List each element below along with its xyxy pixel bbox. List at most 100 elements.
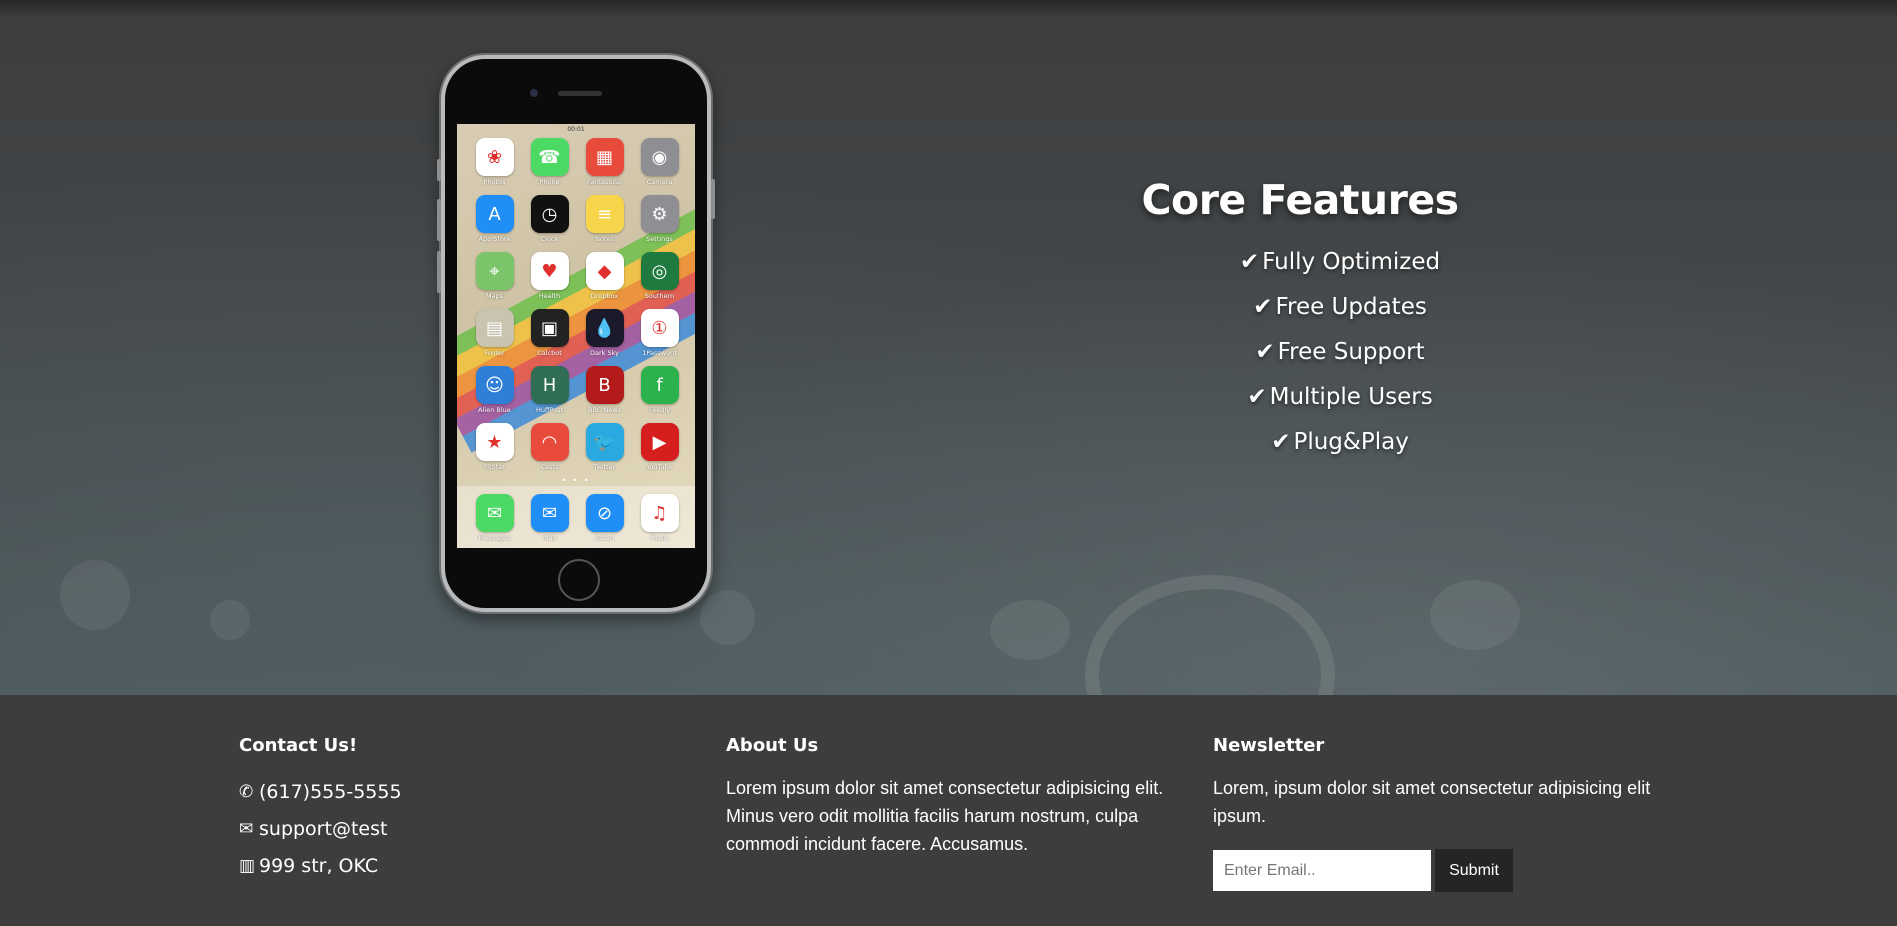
app-photos: ❀ Photos [467, 138, 522, 186]
front-camera [530, 89, 538, 97]
app-youtube: ▶ YouTube [632, 423, 687, 471]
app-phone: ☎ Phone [522, 138, 577, 186]
phone-icon: ✆ [239, 782, 254, 802]
bokeh-decoration [60, 560, 130, 630]
app-label: Health [538, 292, 561, 300]
app-label: Dark Sky [590, 349, 619, 357]
calcbot-icon: ▣ [530, 309, 569, 347]
contact-address: ▥ 999 str, OKC [239, 848, 402, 885]
clock-icon: ◷ [530, 195, 569, 233]
footer: Contact Us! ✆ (617)555-5555 ✉ support@te… [0, 695, 1897, 926]
feature-item: ✔ Fully Optimized [1140, 240, 1540, 285]
newsletter-title: Newsletter [1213, 735, 1325, 756]
phone-mute-switch [437, 159, 441, 181]
app-southern: ◎ Southern [632, 252, 687, 300]
check-icon: ✔ [1247, 384, 1267, 410]
app-label: Feedly [648, 406, 671, 414]
fantastical-icon: ▦ [585, 138, 624, 176]
app-label: 1Password [642, 349, 677, 357]
app-safari: ⊘ Safari [577, 494, 632, 542]
app-notes: ≡ Notes [577, 195, 632, 243]
app-label: Twitter [593, 463, 616, 471]
app-app-store: A App Store [467, 195, 522, 243]
music-icon: ♫ [640, 494, 679, 532]
app-label: App Store [478, 235, 511, 243]
app-label: Mail [542, 534, 557, 542]
app-label: Photos [483, 178, 506, 186]
safari-icon: ⊘ [585, 494, 624, 532]
map-icon: ▥ [239, 856, 256, 876]
app-folder: ▤ Folder [467, 309, 522, 357]
contact-section: Contact Us! ✆ (617)555-5555 ✉ support@te… [239, 735, 402, 885]
app-label: Messages [478, 534, 511, 542]
notes-icon: ≡ [585, 195, 624, 233]
app-dropbox: ◆ Dropbox [577, 252, 632, 300]
app-label: BBC News [588, 406, 621, 414]
features-title: Core Features [1141, 176, 1459, 224]
app-label: Alien Blue [478, 406, 511, 414]
app-bbc-news: B BBC News [577, 366, 632, 414]
app-casts: ◠ Casts [522, 423, 577, 471]
app-feedly: f Feedly [632, 366, 687, 414]
contact-title: Contact Us! [239, 735, 358, 756]
folder-icon: ▤ [475, 309, 514, 347]
mail-icon: ✉ [530, 494, 569, 532]
feature-label: Multiple Users [1269, 384, 1433, 410]
app-maps: ⌖ Maps [467, 252, 522, 300]
app-label: Maps [485, 292, 504, 300]
youtube-icon: ▶ [640, 423, 679, 461]
hero-section: 00:01 ❀ Photos ☎ Phone ▦ Fantastical ◉ Camera A A… [0, 0, 1897, 695]
app-1password: ① 1Password [632, 309, 687, 357]
bokeh-decoration [1430, 580, 1520, 650]
casts-icon: ◠ [530, 423, 569, 461]
dock-grid: ✉ Messages ✉ Mail ⊘ Safari ♫ Music [467, 494, 687, 542]
bokeh-decoration [990, 600, 1070, 660]
dropbox-icon: ◆ [585, 252, 624, 290]
app-label: Casts [540, 463, 559, 471]
app-twitter: 🐦 Twitter [577, 423, 632, 471]
app-label: Camera [646, 178, 673, 186]
phone-speaker [558, 91, 602, 96]
phone-screen: 00:01 ❀ Photos ☎ Phone ▦ Fantastical ◉ Camera A A… [457, 124, 695, 548]
app-label: Clock [540, 235, 559, 243]
check-icon: ✔ [1239, 249, 1260, 275]
app-fantastical: ▦ Fantastical [577, 138, 632, 186]
phone-mockup: 00:01 ❀ Photos ☎ Phone ▦ Fantastical ◉ Camera A A… [437, 55, 715, 612]
health-icon: ♥ [530, 252, 569, 290]
app-label: Notes [595, 235, 614, 243]
app-grid: ❀ Photos ☎ Phone ▦ Fantastical ◉ Camera A App Sto… [467, 138, 687, 471]
submit-button[interactable]: Submit [1435, 849, 1513, 892]
contact-address-text: 999 str, OKC [259, 855, 379, 877]
app-calcbot: ▣ Calcbot [522, 309, 577, 357]
app-clock: ◷ Clock [522, 195, 577, 243]
feature-label: Plug&Play [1293, 429, 1409, 455]
app-alien-blue: ☺ Alien Blue [467, 366, 522, 414]
app-label: Southern [644, 292, 675, 300]
about-title: About Us [726, 735, 819, 756]
phone-volume-up [437, 199, 441, 241]
1password-icon: ① [640, 309, 679, 347]
feature-label: Free Support [1277, 339, 1425, 365]
app-mail: ✉ Mail [522, 494, 577, 542]
email-input[interactable] [1213, 850, 1431, 891]
settings-icon: ⚙ [640, 195, 679, 233]
feature-list: ✔ Fully Optimized ✔ Free Updates ✔ Free Suppo… [1140, 240, 1540, 465]
app-label: YouTube [646, 463, 673, 471]
app-label: Dropbox [590, 292, 619, 300]
contact-email-text: support@test [259, 818, 388, 840]
maps-icon: ⌖ [475, 252, 514, 290]
app-label: HuffPost [535, 406, 564, 414]
about-section: About Us Lorem ipsum dolor sit amet cons… [726, 735, 1166, 858]
phone-status-bar: 00:01 [567, 126, 585, 133]
app-label: Safari [595, 534, 614, 542]
dark-sky-icon: 💧 [585, 309, 624, 347]
about-text: Lorem ipsum dolor sit amet consectetur a… [726, 778, 1164, 854]
app-label: FitStar [484, 463, 505, 471]
bokeh-decoration [210, 600, 250, 640]
app-label: Folder [484, 349, 505, 357]
feature-label: Fully Optimized [1262, 249, 1441, 275]
bokeh-decoration [700, 590, 755, 645]
core-features: Core Features ✔ Fully Optimized ✔ Free Upda… [1140, 176, 1540, 465]
feature-item: ✔ Free Support [1140, 330, 1540, 375]
huffpost-icon: H [530, 366, 569, 404]
